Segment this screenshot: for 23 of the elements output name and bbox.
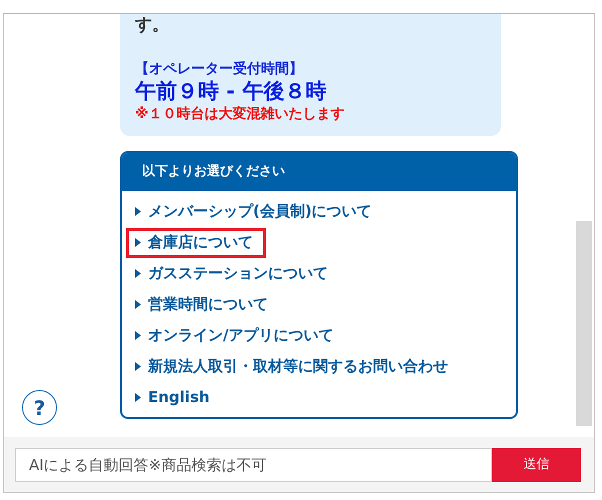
menu-option[interactable]: メンバーシップ(会員制)について xyxy=(126,196,385,226)
triangle-icon xyxy=(135,238,141,247)
menu-option[interactable]: オンライン/アプリについて xyxy=(126,320,346,350)
triangle-icon xyxy=(135,269,141,278)
menu-option[interactable]: 新規法人取引・取材等に関するお問い合わせ xyxy=(126,352,461,382)
menu-option[interactable]: 営業時間について xyxy=(126,290,281,320)
triangle-icon xyxy=(135,362,141,371)
hours-label: 【オペレーター受付時間】 xyxy=(135,60,304,78)
triangle-icon xyxy=(135,393,141,402)
triangle-icon xyxy=(135,207,141,216)
menu-option[interactable]: ガスステーションについて xyxy=(126,258,341,288)
triangle-icon xyxy=(135,331,141,340)
notice-text: ※１０時台は大変混雑いたします xyxy=(135,104,346,124)
message-text: す。 xyxy=(135,14,170,36)
hours-text: 午前９時 - 午後８時 xyxy=(135,78,328,104)
message-input[interactable]: AIによる自動回答※商品検索は不可 xyxy=(15,448,492,482)
menu-option[interactable]: 倉庫店について xyxy=(126,228,266,258)
menu-option[interactable]: English xyxy=(126,382,223,412)
triangle-icon xyxy=(135,300,141,309)
send-button[interactable]: 送信 xyxy=(492,448,581,482)
menu-header: 以下よりお選びください xyxy=(122,153,516,191)
help-button[interactable]: ? xyxy=(22,390,57,425)
scrollbar-thumb[interactable] xyxy=(576,221,592,426)
